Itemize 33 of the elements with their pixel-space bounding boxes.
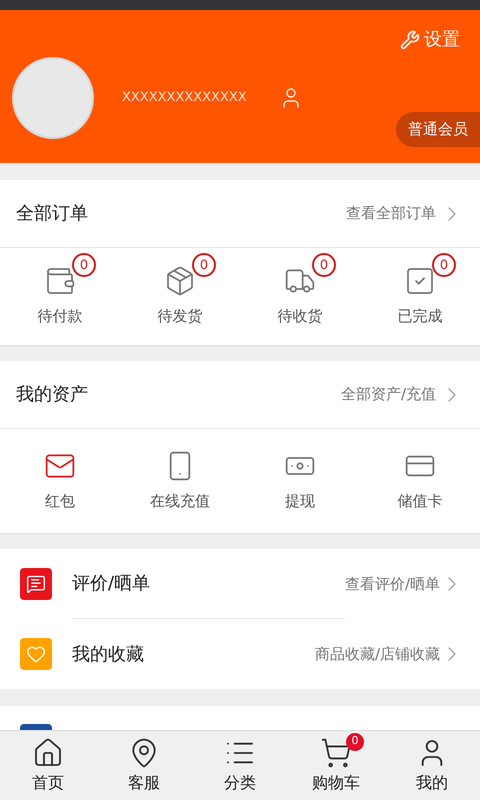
section-title: 我的资产	[16, 383, 88, 407]
order-status-button[interactable]: 0 待发货	[120, 248, 240, 345]
nav-tab[interactable]: 客服	[96, 731, 192, 800]
member-badge[interactable]: 普通会员	[396, 112, 480, 146]
box-icon	[164, 265, 196, 298]
section-link[interactable]: 全部资产/充值	[340, 382, 464, 406]
section-title: 全部订单	[16, 202, 88, 226]
menu-row[interactable]: 评价/晒单 查看评价/晒单	[0, 549, 480, 619]
count-badge: 0	[312, 253, 336, 278]
asset-button[interactable]: 储值卡	[360, 429, 480, 533]
home-icon	[32, 736, 64, 768]
count-badge: 0	[72, 253, 96, 278]
cart-icon	[320, 736, 352, 768]
asset-button[interactable]: 红包	[0, 429, 120, 533]
nav-tab[interactable]: 分类	[192, 731, 288, 800]
count-badge: 0	[192, 253, 216, 278]
menu-link: 商品收藏/店铺收藏	[314, 644, 440, 665]
menu-row[interactable]: 我的收藏 商品收藏/店铺收藏	[0, 619, 480, 689]
asset-button[interactable]: 提现	[240, 429, 360, 533]
asset-button[interactable]: 在线充值	[120, 429, 240, 533]
menu-label: 我的收藏	[72, 642, 145, 666]
wrench-icon	[400, 30, 420, 50]
order-status-button[interactable]: 0 已完成	[360, 248, 480, 345]
nav-tab[interactable]: 首页	[0, 731, 96, 800]
count-badge: 0	[432, 253, 456, 278]
order-status-button[interactable]: 0 待付款	[0, 248, 120, 345]
order-status-button[interactable]: 0 待收货	[240, 248, 360, 345]
nav-tab[interactable]: 我的	[384, 731, 480, 800]
username: XXXXXXXXXXXXXX	[122, 89, 247, 108]
nav-tab[interactable]: 0 购物车	[288, 731, 384, 800]
menu-link: 查看评价/晒单	[344, 574, 440, 595]
section-link[interactable]: 查看全部订单	[346, 202, 464, 226]
cart-badge: 0	[346, 732, 364, 750]
